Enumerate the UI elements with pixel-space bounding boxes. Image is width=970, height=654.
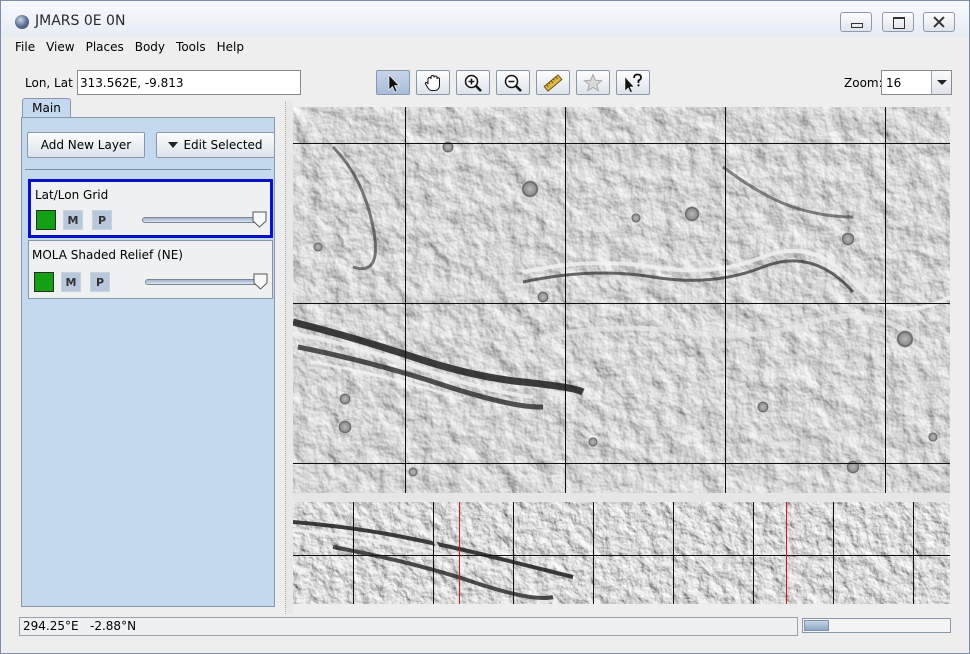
grid-line <box>293 303 950 304</box>
menu-help[interactable]: Help <box>217 37 244 58</box>
view-extent-marker-left <box>459 502 460 604</box>
layer-list: Lat/Lon Grid M P MOLA Shaded Relief (NE)… <box>28 179 273 299</box>
progress-bar <box>802 618 951 633</box>
zoom-out-tool-button[interactable] <box>496 70 530 95</box>
layer-name: MOLA Shaded Relief (NE) <box>32 248 183 262</box>
measure-tool-button[interactable] <box>536 70 570 95</box>
panner-map-view[interactable] <box>293 502 950 604</box>
menu-bar: File View Places Body Tools Help <box>1 37 969 58</box>
grid-line <box>673 502 674 604</box>
layer-color-swatch[interactable] <box>34 272 54 292</box>
panel-divider <box>25 169 271 170</box>
grid-line <box>513 502 514 604</box>
zoom-dropdown[interactable]: 16 <box>881 70 952 95</box>
zoom-value: 16 <box>886 76 902 90</box>
layer-row-mola-shaded-relief[interactable]: MOLA Shaded Relief (NE) M P <box>28 240 273 299</box>
layer-manager-panel: Add New Layer Edit Selected Lat/Lon Grid… <box>21 117 275 607</box>
chevron-down-icon[interactable] <box>931 71 951 94</box>
tab-main[interactable]: Main <box>22 98 71 118</box>
layer-panner-toggle[interactable]: P <box>90 272 110 292</box>
status-bar: 294.25°E -2.88°N <box>19 617 798 636</box>
menu-body[interactable]: Body <box>135 37 165 58</box>
grid-line <box>405 107 406 493</box>
lonlat-label: Lon, Lat <box>25 76 73 90</box>
favorite-tool-button[interactable] <box>576 70 610 95</box>
title-bar: JMARS 0E 0N <box>1 1 969 37</box>
menu-file[interactable]: File <box>15 37 35 58</box>
investigate-pointer-icon <box>624 73 642 93</box>
menu-view[interactable]: View <box>46 37 74 58</box>
layer-main-toggle[interactable]: M <box>63 210 83 230</box>
zoom-in-icon <box>464 74 482 92</box>
layer-row-lat-lon-grid[interactable]: Lat/Lon Grid M P <box>28 179 273 238</box>
grid-line <box>293 143 950 144</box>
grid-line <box>293 555 950 556</box>
zoom-in-tool-button[interactable] <box>456 70 490 95</box>
window-title: JMARS 0E 0N <box>35 13 126 29</box>
grid-line <box>885 107 886 493</box>
grid-line <box>353 502 354 604</box>
close-button[interactable] <box>923 12 955 32</box>
menu-places[interactable]: Places <box>86 37 124 58</box>
mars-relief-image <box>293 107 950 493</box>
pan-hand-icon <box>424 74 440 91</box>
slider-thumb-icon[interactable] <box>253 273 268 290</box>
grid-line <box>433 502 434 604</box>
grid-line <box>593 502 594 604</box>
layer-opacity-slider[interactable] <box>145 279 267 285</box>
grid-line <box>753 502 754 604</box>
grid-line <box>833 502 834 604</box>
layer-name: Lat/Lon Grid <box>35 188 109 202</box>
lonlat-field[interactable] <box>77 70 301 95</box>
zoom-label: Zoom: <box>844 76 883 90</box>
cursor-coordinates: 294.25°E -2.88°N <box>23 619 137 633</box>
zoom-out-icon <box>504 74 522 92</box>
main-map-view[interactable] <box>293 107 950 493</box>
minimize-button[interactable] <box>840 12 872 32</box>
layer-panner-toggle[interactable]: P <box>92 210 112 230</box>
add-new-layer-label: Add New Layer <box>40 138 132 152</box>
grid-line <box>725 107 726 493</box>
jmars-globe-icon <box>15 15 29 29</box>
vertical-splitter[interactable] <box>285 101 293 614</box>
menu-tools[interactable]: Tools <box>176 37 206 58</box>
maximize-button[interactable] <box>882 12 914 32</box>
caret-down-icon <box>168 142 179 148</box>
slider-thumb-icon[interactable] <box>252 211 267 228</box>
layer-opacity-slider[interactable] <box>142 217 266 223</box>
horizontal-splitter[interactable] <box>293 493 950 502</box>
select-arrow-icon <box>388 73 400 92</box>
star-icon <box>583 72 603 92</box>
layer-color-swatch[interactable] <box>36 210 56 230</box>
grid-line <box>293 463 950 464</box>
mars-relief-overview-image <box>293 502 950 604</box>
edit-selected-label: Edit Selected <box>183 138 263 152</box>
layer-main-toggle[interactable]: M <box>61 272 81 292</box>
select-tool-button[interactable] <box>376 70 410 95</box>
view-extent-marker-right <box>786 502 787 604</box>
grid-line <box>565 107 566 493</box>
add-new-layer-button[interactable]: Add New Layer <box>27 132 145 158</box>
measure-ruler-icon <box>543 73 563 92</box>
progress-fill <box>804 620 829 631</box>
pan-tool-button[interactable] <box>416 70 450 95</box>
grid-line <box>913 502 914 604</box>
edit-selected-button[interactable]: Edit Selected <box>156 132 275 158</box>
investigate-tool-button[interactable] <box>616 70 650 95</box>
jmars-window: JMARS 0E 0N File View Places Body Tools … <box>0 0 970 654</box>
